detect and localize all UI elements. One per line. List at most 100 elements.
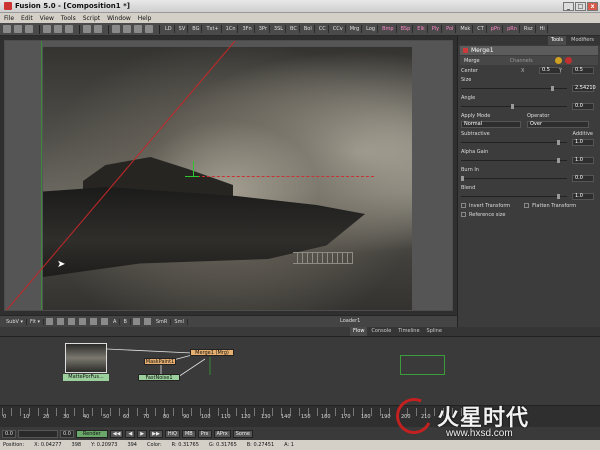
menu-edit[interactable]: Edit: [21, 15, 33, 22]
menu-help[interactable]: Help: [138, 15, 152, 22]
alpha-gain-slider[interactable]: [461, 158, 567, 163]
play-icon[interactable]: ▶: [137, 429, 148, 438]
tool-3pr[interactable]: 3Pr: [257, 25, 270, 33]
mask-paint-node[interactable]: MaskPaint1: [144, 358, 176, 365]
additive-input[interactable]: 1.0: [572, 139, 594, 146]
tool-bg[interactable]: BG: [190, 25, 203, 33]
slider-knob[interactable]: [551, 86, 554, 91]
menu-script[interactable]: Script: [83, 15, 100, 22]
tool-msk[interactable]: Msk: [458, 25, 474, 33]
checker-icon[interactable]: [143, 318, 151, 325]
subtab-channels[interactable]: Channels: [506, 58, 537, 64]
center-y-input[interactable]: 0.5: [572, 67, 594, 74]
apply-mode-dropdown[interactable]: Normal: [461, 121, 521, 128]
paste-icon[interactable]: [65, 25, 73, 33]
tool-bmp[interactable]: Bmp: [380, 25, 397, 33]
prx-button[interactable]: Prx: [197, 429, 212, 438]
smr-button[interactable]: SmR: [153, 318, 172, 325]
maximize-button[interactable]: □: [575, 2, 586, 11]
fast-noise-node[interactable]: FastNoise1: [138, 374, 180, 381]
some-button[interactable]: Some: [232, 429, 253, 438]
channel-a-button[interactable]: A: [110, 318, 121, 325]
cut-icon[interactable]: [43, 25, 51, 33]
additive-slider[interactable]: [461, 140, 567, 145]
tool-bc[interactable]: BC: [288, 25, 300, 33]
flatten-transform-checkbox[interactable]: [524, 203, 530, 208]
slider-knob[interactable]: [557, 140, 560, 145]
tool-prn[interactable]: pRn: [505, 25, 520, 33]
merge-node[interactable]: Merge1 (Mrg): [190, 349, 234, 356]
slider-knob[interactable]: [557, 158, 560, 163]
tool-txt[interactable]: Txt+: [204, 25, 222, 33]
center-x-input[interactable]: 0.5: [539, 67, 561, 74]
flow-navigator[interactable]: [457, 336, 600, 405]
fit-dropdown[interactable]: Fit ▾: [27, 318, 45, 325]
size-input[interactable]: 2.54210: [572, 85, 596, 92]
node-header[interactable]: Merge1: [460, 46, 598, 55]
slider-knob[interactable]: [511, 104, 514, 109]
sml-button[interactable]: Sml: [171, 318, 188, 325]
slider-knob[interactable]: [557, 194, 560, 199]
layout-icon[interactable]: [112, 25, 120, 33]
layout-icon[interactable]: [145, 25, 153, 33]
tool-ld[interactable]: LD: [163, 25, 175, 33]
open-file-icon[interactable]: [14, 25, 22, 33]
operator-dropdown[interactable]: Over: [527, 121, 589, 128]
aprx-button[interactable]: APrx: [213, 429, 231, 438]
layout-icon[interactable]: [134, 25, 142, 33]
layout-icon[interactable]: [123, 25, 131, 33]
menu-view[interactable]: View: [40, 15, 54, 22]
rewind-icon[interactable]: ◀◀: [109, 429, 124, 438]
tool-log[interactable]: Log: [364, 25, 379, 33]
tool-ccv[interactable]: CCv: [331, 25, 346, 33]
tool-sv[interactable]: SV: [177, 25, 189, 33]
tab-modifiers[interactable]: Modifiers: [568, 36, 597, 45]
tool-ct[interactable]: CT: [475, 25, 487, 33]
save-file-icon[interactable]: [25, 25, 33, 33]
roi-icon[interactable]: [46, 318, 54, 325]
blend-input[interactable]: 1.0: [572, 193, 594, 200]
tool-elk[interactable]: Elk: [415, 25, 428, 33]
alpha-gain-input[interactable]: 1.0: [572, 157, 594, 164]
tool-cc[interactable]: CC: [317, 25, 329, 33]
reset-icon[interactable]: [564, 57, 572, 64]
copy-icon[interactable]: [54, 25, 62, 33]
size-slider[interactable]: [461, 86, 567, 91]
radiation-icon[interactable]: [554, 57, 562, 64]
tool-3fn[interactable]: 3Fn: [240, 25, 255, 33]
burn-in-slider[interactable]: [461, 176, 567, 181]
reference-size-checkbox[interactable]: [461, 212, 466, 217]
circle-icon[interactable]: [101, 318, 109, 325]
tab-console[interactable]: Console: [368, 327, 394, 336]
play-reverse-icon[interactable]: ◀: [125, 429, 136, 438]
start-time-field[interactable]: 0.0: [2, 429, 16, 438]
current-time-field[interactable]: 0.0: [59, 429, 74, 438]
viewer-canvas[interactable]: ➤: [4, 40, 453, 311]
polyline-icon[interactable]: [57, 318, 65, 325]
subview-dropdown[interactable]: SubV ▾: [3, 318, 28, 325]
blend-slider[interactable]: [461, 194, 567, 199]
minimize-button[interactable]: _: [563, 2, 574, 11]
tab-timeline[interactable]: Timeline: [395, 327, 422, 336]
tool-hi[interactable]: Hi: [538, 25, 548, 33]
loader-node-thumbnail[interactable]: [65, 343, 107, 373]
channel-b-button[interactable]: B: [120, 318, 131, 325]
undo-icon[interactable]: [83, 25, 91, 33]
invert-transform-checkbox[interactable]: [461, 203, 466, 208]
color-swatch-icon[interactable]: [132, 318, 140, 325]
render-button[interactable]: Render: [75, 429, 108, 438]
global-range-field[interactable]: [17, 429, 58, 438]
tool-ppn[interactable]: pPn: [489, 25, 504, 33]
rectangle-icon[interactable]: [90, 318, 98, 325]
tool-mrg[interactable]: Mrg: [348, 25, 363, 33]
hiq-button[interactable]: HiQ: [164, 429, 180, 438]
fast-forward-icon[interactable]: ▶▶: [149, 429, 163, 438]
brush-icon[interactable]: [68, 318, 76, 325]
menu-window[interactable]: Window: [107, 15, 131, 22]
tool-pol[interactable]: Pol: [444, 25, 457, 33]
angle-input[interactable]: 0.0: [572, 103, 594, 110]
collapse-icon[interactable]: [463, 48, 468, 53]
burn-in-input[interactable]: 0.0: [572, 175, 594, 182]
tool-3sl[interactable]: 3SL: [272, 25, 287, 33]
menu-tools[interactable]: Tools: [61, 15, 76, 22]
